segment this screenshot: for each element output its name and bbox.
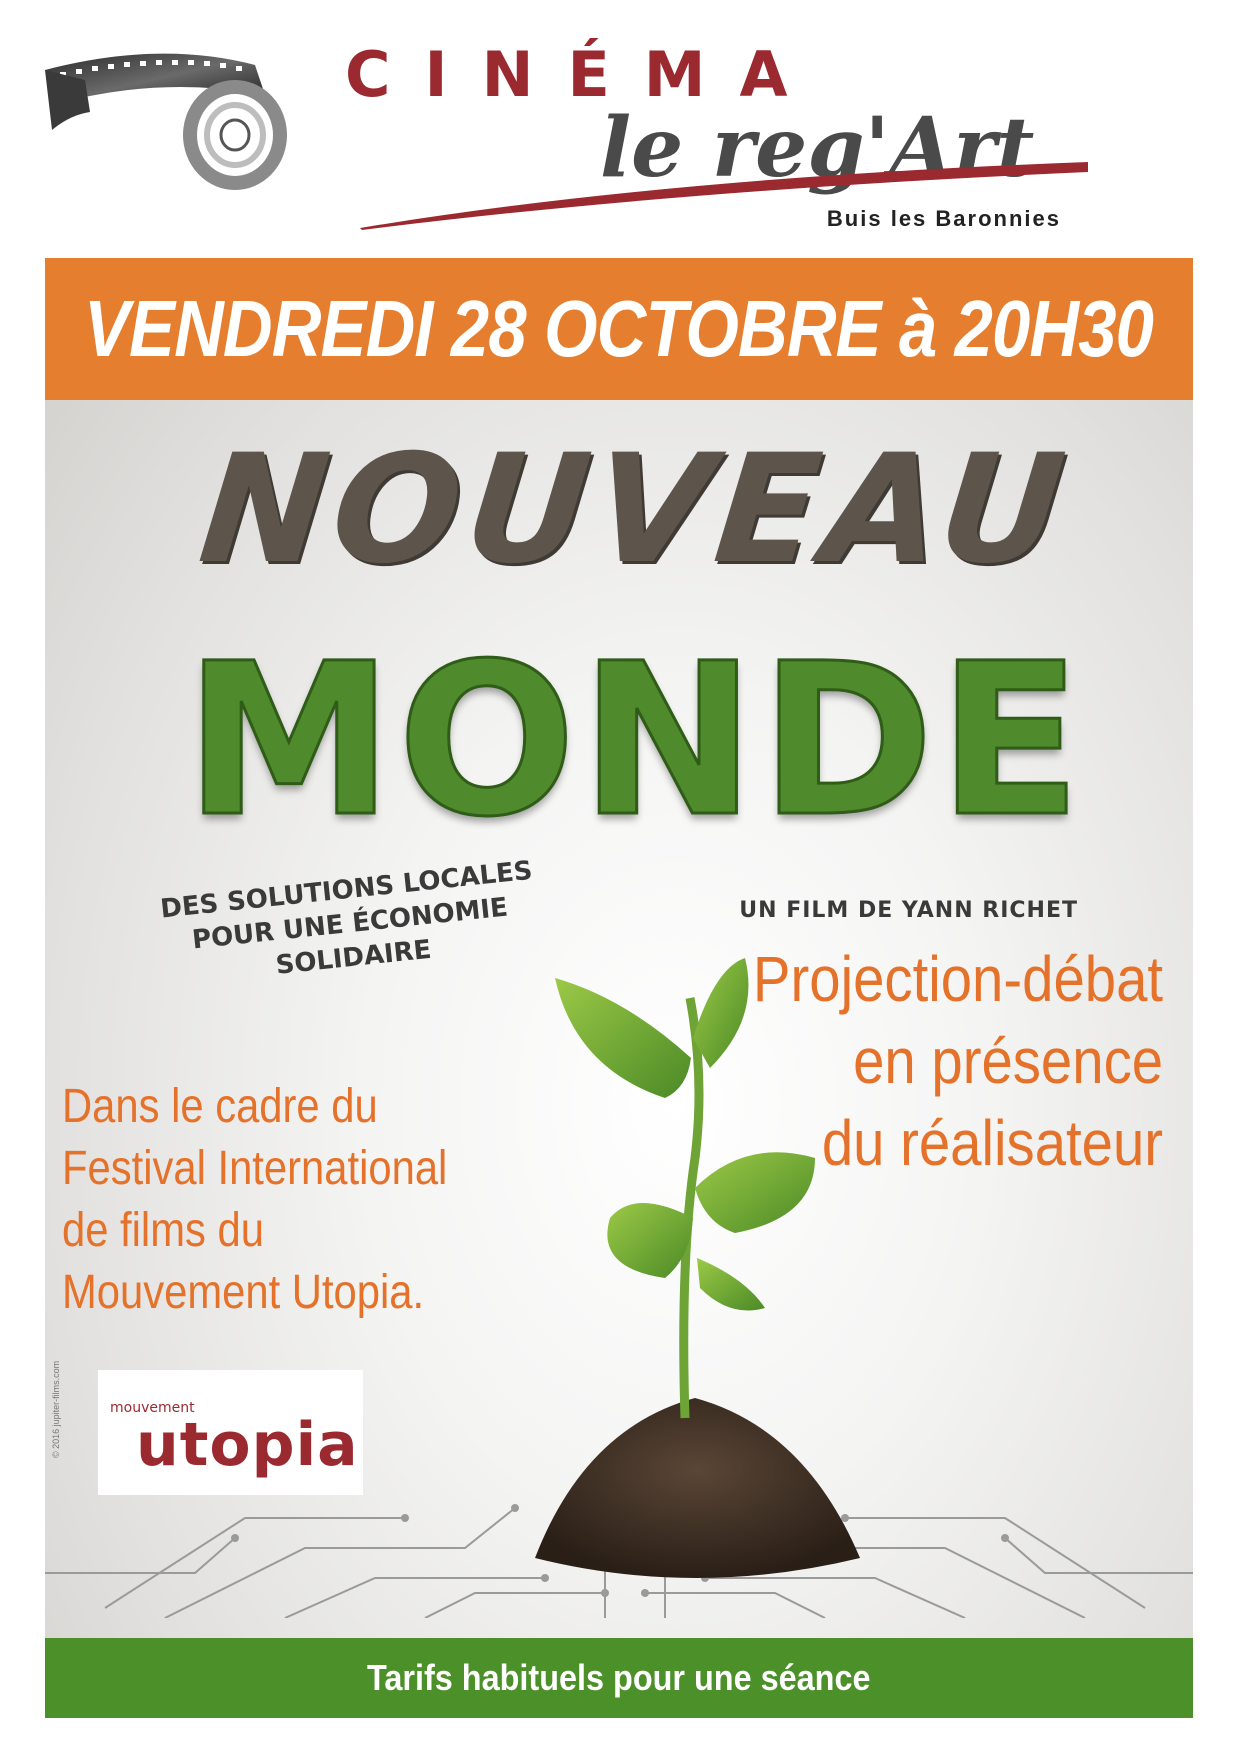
festival-line: Festival International: [62, 1142, 448, 1195]
debate-announcement: Projection-débat en présence du réalisat…: [753, 938, 1163, 1184]
copyright-notice: © 2016 jupiter-films.com: [51, 1360, 61, 1458]
film-director: UN FILM DE YANN RICHET: [739, 898, 1078, 923]
cinema-header: CINÉMA le reg'Art Buis les Baronnies: [0, 0, 1239, 250]
film-title-line1: NOUVEAU: [192, 423, 1078, 597]
festival-line: Dans le cadre du: [62, 1080, 378, 1133]
film-reel-icon: [45, 53, 287, 190]
film-title-line2: MONDE: [183, 617, 1086, 865]
price-info: Tarifs habituels pour une séance: [367, 1657, 871, 1698]
film-tagline: DES SOLUTIONS LOCALES POUR UNE ÉCONOMIE …: [116, 849, 584, 999]
debate-line: en présence: [853, 1025, 1163, 1097]
utopia-logo-word: utopia: [136, 1410, 359, 1480]
film-poster: VENDREDI 28 OCTOBRE à 20H30 NOUVEAU MOND…: [45, 258, 1193, 1718]
festival-line: de films du: [62, 1204, 264, 1257]
festival-line: Mouvement Utopia.: [62, 1266, 425, 1319]
cinema-location: Buis les Baronnies: [826, 206, 1061, 231]
screening-date: VENDREDI 28 OCTOBRE à 20H30: [84, 284, 1154, 373]
festival-context: Dans le cadre du Festival International …: [62, 1076, 447, 1324]
date-banner: VENDREDI 28 OCTOBRE à 20H30: [45, 258, 1193, 400]
debate-line: Projection-débat: [752, 943, 1163, 1015]
utopia-logo: mouvement utopia: [98, 1370, 363, 1495]
debate-line: du réalisateur: [821, 1107, 1163, 1179]
price-banner: Tarifs habituels pour une séance: [45, 1638, 1193, 1718]
